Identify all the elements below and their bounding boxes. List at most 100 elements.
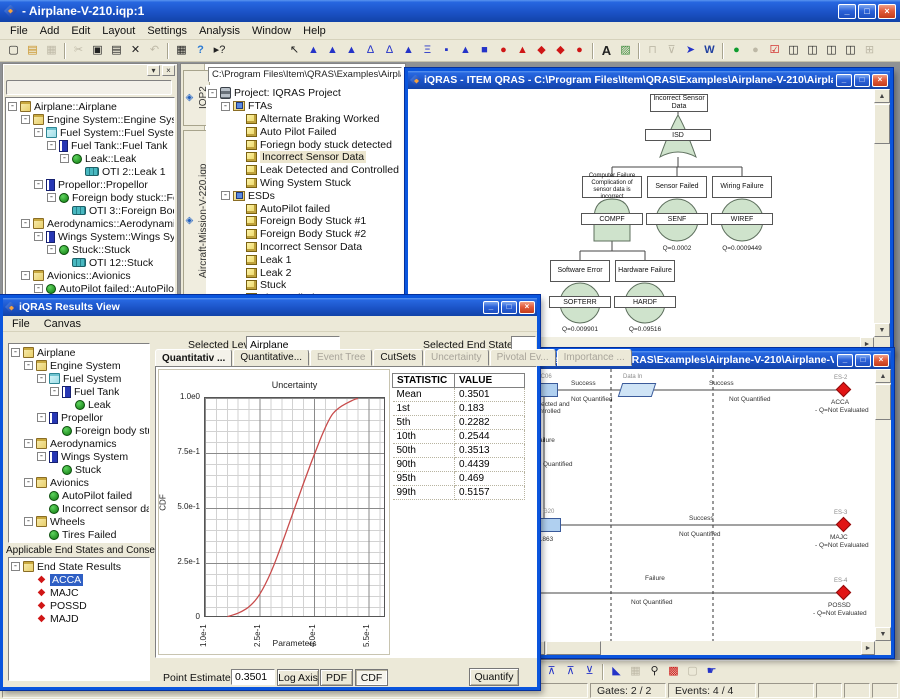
help-icon[interactable]: ? xyxy=(191,42,210,59)
tree-item-autopilot-failed-autopilot-failed[interactable]: -AutoPilot failed::AutoPilot failed xyxy=(6,282,174,295)
results-titlebar[interactable]: iQRAS Results View _ □ × xyxy=(3,298,537,316)
quantify-toggle-icon[interactable]: ● xyxy=(727,42,746,59)
scroll-up-icon[interactable]: ▲ xyxy=(874,89,890,103)
small-diamond-tool-icon[interactable]: ◆ xyxy=(551,42,570,59)
tree-item-engine-system-engine-system[interactable]: -Engine System::Engine System xyxy=(6,113,174,126)
expander-icon[interactable]: - xyxy=(21,115,30,124)
tree-item-propellor-propellor[interactable]: -Propellor::Propellor xyxy=(6,178,174,191)
cascade-windows-icon[interactable]: ◫ xyxy=(784,42,803,59)
align-bottom-tool-icon[interactable]: ⊻ xyxy=(580,663,599,680)
report-window-2-icon[interactable]: ◫ xyxy=(822,42,841,59)
top-event-box[interactable]: Incorrect Sensor Data xyxy=(650,94,708,112)
fault-tree-titlebar[interactable]: iQRAS - ITEM QRAS - C:\Program Files\Ite… xyxy=(408,71,890,89)
expander-icon[interactable]: - xyxy=(11,562,20,571)
tree-item-fuel-tank[interactable]: -Fuel Tank xyxy=(9,385,149,398)
close-button[interactable]: × xyxy=(872,74,888,87)
inhibit-gate-tool-icon[interactable]: ▲ xyxy=(342,42,361,59)
voting-gate-tool-icon[interactable]: ▲ xyxy=(399,42,418,59)
pan-tool-icon[interactable]: ☛ xyxy=(702,663,721,680)
expander-icon[interactable]: - xyxy=(34,180,43,189)
menu-add[interactable]: Add xyxy=(34,24,66,38)
tree-item-oti-2-leak-1[interactable]: OTI 2::Leak 1 xyxy=(6,165,174,178)
tree-item-oti-3-foreign-body-st[interactable]: OTI 3::Foreign Body St xyxy=(6,204,174,217)
minimize-button[interactable]: _ xyxy=(838,4,856,19)
panel-filter-box[interactable] xyxy=(6,80,172,95)
tree-item-leak-detected-and-controlled[interactable]: Leak Detected and Controlled xyxy=(206,164,406,177)
expander-icon[interactable]: - xyxy=(34,128,43,137)
menu-edit[interactable]: Edit xyxy=(65,24,96,38)
expander-icon[interactable]: - xyxy=(221,102,230,111)
menu-canvas[interactable]: Canvas xyxy=(38,317,87,331)
report-window-1-icon[interactable]: ◫ xyxy=(803,42,822,59)
tree-item-leak-2[interactable]: Leak 2 xyxy=(206,266,406,279)
event-box-hardf[interactable]: Hardware Failure xyxy=(615,260,675,282)
expander-icon[interactable]: - xyxy=(21,271,30,280)
tree-item-incorrect-sensor-data[interactable]: Incorrect sensor data xyxy=(9,502,149,515)
tree-item-airplane-airplane[interactable]: -Airplane::Airplane xyxy=(6,100,174,113)
quantify-button[interactable]: Quantify xyxy=(469,668,519,686)
expander-icon[interactable]: - xyxy=(50,387,59,396)
maximize-button[interactable]: □ xyxy=(501,301,517,314)
minimize-button[interactable]: _ xyxy=(483,301,499,314)
align-middle-tool-icon[interactable]: ⊼ xyxy=(561,663,580,680)
tree-item-fuel-system-fuel-system[interactable]: -Fuel System::Fuel System xyxy=(6,126,174,139)
expander-icon[interactable]: - xyxy=(221,191,230,200)
event-box-softerr[interactable]: Software Error xyxy=(550,260,610,282)
text-tool-icon[interactable]: A xyxy=(597,42,616,59)
panel-close-button[interactable]: × xyxy=(162,65,175,76)
menu-file[interactable]: File xyxy=(4,24,34,38)
maximize-button[interactable]: □ xyxy=(854,74,870,87)
cdf-button[interactable]: CDF xyxy=(355,669,388,686)
scroll-down-icon[interactable]: ▼ xyxy=(874,323,890,337)
resize-grip[interactable] xyxy=(872,683,898,698)
tree-item-acca[interactable]: ◆ACCA xyxy=(9,573,149,586)
report-window-3-icon[interactable]: ◫ xyxy=(841,42,860,59)
horizontal-scrollbar[interactable]: ◄ ► xyxy=(531,641,875,655)
close-button[interactable]: × xyxy=(519,301,535,314)
tree-item-avionics[interactable]: -Avionics xyxy=(9,476,149,489)
tree-item-possd[interactable]: ◆POSSD xyxy=(9,599,149,612)
tab-quantitativ[interactable]: Quantitativ ... xyxy=(155,349,232,367)
tree-item-foreign-body-stuck-1[interactable]: Foreign Body Stuck #1 xyxy=(206,215,406,228)
esd-parallelogram[interactable] xyxy=(618,383,657,397)
tree-item-alternate-braking-worked[interactable]: Alternate Braking Worked xyxy=(206,113,406,126)
maximize-button[interactable]: □ xyxy=(858,4,876,19)
open-folder-icon[interactable]: ▤ xyxy=(23,42,42,59)
expander-icon[interactable]: - xyxy=(24,517,33,526)
scroll-thumb[interactable] xyxy=(874,104,890,144)
tree-item-auto-pilot-failed[interactable]: Auto Pilot Failed xyxy=(206,125,406,138)
tree-item-stuck[interactable]: Stuck xyxy=(206,279,406,292)
tree-item-incorrect-sensor-data[interactable]: Incorrect Sensor Data xyxy=(206,241,406,254)
expander-icon[interactable]: - xyxy=(47,245,56,254)
minimize-button[interactable]: _ xyxy=(837,354,853,367)
scroll-right-icon[interactable]: ► xyxy=(861,641,875,655)
expander-icon[interactable]: - xyxy=(37,374,46,383)
tree-item-autopilot-failed[interactable]: AutoPilot failed xyxy=(206,202,406,215)
event-box-compf[interactable]: Computer Failure Complication of sensor … xyxy=(582,176,642,198)
tree-item-propellor[interactable]: -Propellor xyxy=(9,411,149,424)
menu-settings[interactable]: Settings xyxy=(141,24,193,38)
menu-file[interactable]: File xyxy=(6,317,36,331)
tree-item-wing-system-stuck[interactable]: Wing System Stuck xyxy=(206,177,406,190)
event-box-wiref[interactable]: Wiring Failure xyxy=(712,176,772,198)
gate-label-hardf[interactable]: HARDF xyxy=(614,296,676,308)
tree-item-leak-leak[interactable]: -Leak::Leak xyxy=(6,152,174,165)
export-arrow-icon[interactable]: ➤ xyxy=(681,42,700,59)
close-button[interactable]: × xyxy=(878,4,896,19)
or-gate-tool-icon[interactable]: ▲ xyxy=(304,42,323,59)
scroll-thumb[interactable] xyxy=(546,641,601,655)
scroll-down-icon[interactable]: ▼ xyxy=(875,627,891,641)
triangle-event-tool-icon[interactable]: ▲ xyxy=(456,42,475,59)
tree-item-ftas[interactable]: -FTAs xyxy=(206,100,406,113)
expander-icon[interactable]: - xyxy=(24,361,33,370)
menu-analysis[interactable]: Analysis xyxy=(193,24,246,38)
house-event-tool-icon[interactable]: ▲ xyxy=(513,42,532,59)
tab-quantitative[interactable]: Quantitative... xyxy=(233,349,309,366)
expander-icon[interactable]: - xyxy=(37,452,46,461)
panel-menu-button[interactable]: ▾ xyxy=(147,65,160,76)
tree-item-aerodynamics-aerodynamics[interactable]: -Aerodynamics::Aerodynamics xyxy=(6,217,174,230)
tree-item-esds[interactable]: -ESDs xyxy=(206,189,406,202)
tree-item-fuel-system[interactable]: -Fuel System xyxy=(9,372,149,385)
tree-item-foreign-body-stuck-2[interactable]: Foreign Body Stuck #2 xyxy=(206,228,406,241)
gate-label-isd[interactable]: ISD xyxy=(645,129,711,141)
